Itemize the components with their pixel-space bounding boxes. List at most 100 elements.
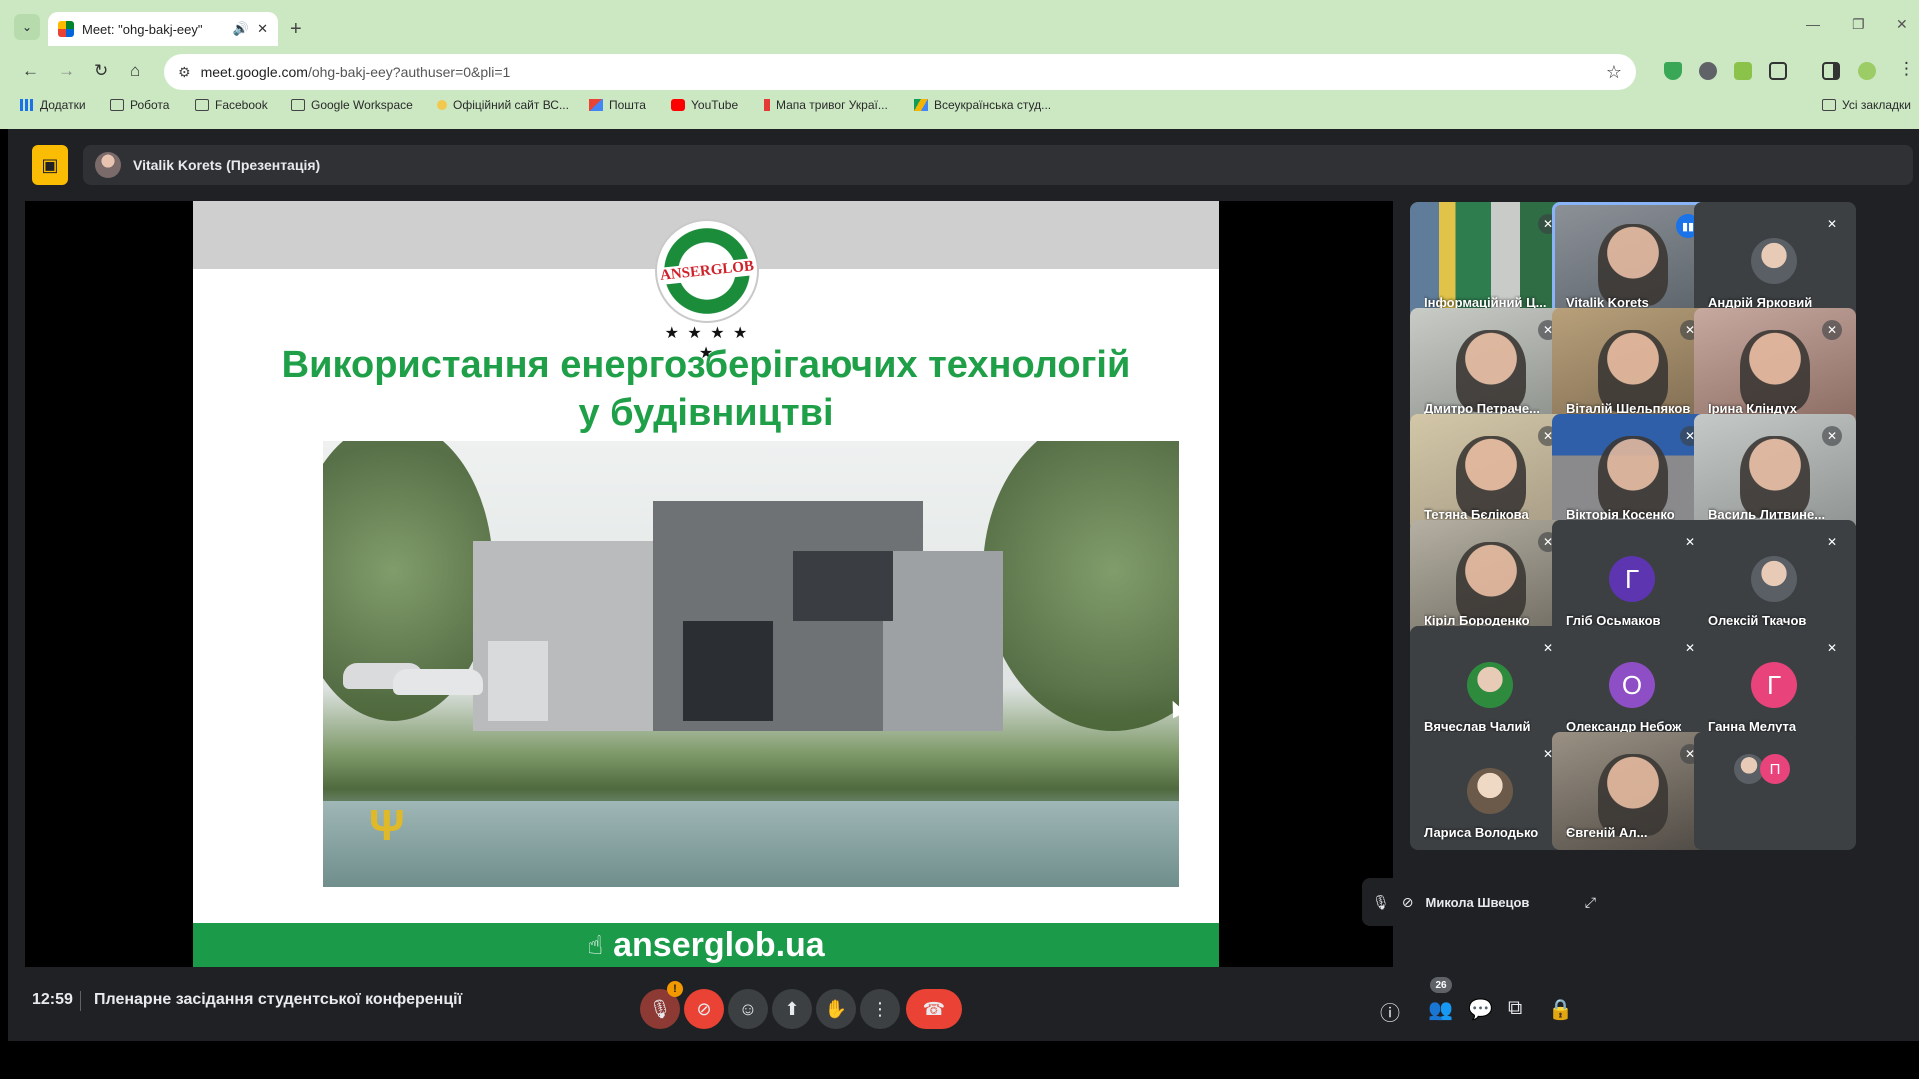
participant-tile[interactable]: ✕ Олексій Ткачов — [1694, 520, 1856, 638]
mic-off-icon: ✕ — [1826, 641, 1838, 655]
profile-avatar-icon[interactable] — [1858, 62, 1876, 80]
participant-video — [1740, 330, 1810, 412]
slide-footer: ☝ anserglob.ua — [193, 923, 1219, 967]
folder-icon — [291, 99, 305, 111]
bookmark-student[interactable]: Всеукраїнська студ... — [914, 98, 1051, 112]
raise-hand-button[interactable]: ✋ — [816, 989, 856, 1029]
participant-tile[interactable]: ✕ Євгеній Ал... — [1552, 732, 1714, 850]
bookmark-folder-workspace[interactable]: Google Workspace — [291, 98, 413, 112]
warning-badge: ! — [667, 981, 683, 997]
folder-icon — [1822, 99, 1836, 111]
bookmark-folder-work[interactable]: Робота — [110, 98, 169, 112]
speaker-icon[interactable]: 🔊 — [233, 21, 249, 37]
people-icon[interactable]: 👥 — [1428, 997, 1453, 1022]
participant-tile[interactable]: О ✕ Олександр Небож — [1552, 626, 1714, 744]
participant-name: Євгеній Ал... — [1566, 825, 1648, 840]
bookmark-alert-map[interactable]: Мапа тривог Украї... — [764, 98, 888, 112]
participant-tile[interactable]: ▮▮ Vitalik Korets — [1552, 202, 1714, 320]
leave-call-button[interactable]: ☎ — [906, 989, 962, 1029]
participant-name: Лариса Володько — [1424, 825, 1539, 840]
presentation-slide: ANSERGLOB ★ ★ ★ ★ ★ Використання енергоз… — [193, 201, 1219, 967]
reload-icon[interactable]: ↻ — [94, 61, 108, 81]
bookmark-official-site[interactable]: Офіційний сайт ВС... — [437, 98, 569, 112]
back-arrow-icon[interactable]: ← — [22, 61, 39, 81]
house-photo: Ψ — [323, 441, 1179, 887]
extension-leaf-icon[interactable] — [1734, 62, 1752, 80]
window-close-icon[interactable]: ✕ — [1896, 16, 1908, 33]
participant-tile[interactable]: Г ✕ Гліб Осьмаков — [1552, 520, 1714, 638]
close-icon[interactable]: ✕ — [257, 21, 268, 37]
present-button[interactable]: ⬆ — [772, 989, 812, 1029]
new-tab-icon[interactable]: + — [290, 18, 302, 41]
avatar: О — [1609, 662, 1655, 708]
tab-search-button[interactable]: ⌄ — [14, 14, 40, 40]
extension-g-icon[interactable] — [1699, 62, 1717, 80]
mic-off-icon[interactable]: 🎙 — [1372, 894, 1390, 911]
chat-icon[interactable]: 💬 — [1468, 997, 1493, 1022]
presentation-stage[interactable]: ANSERGLOB ★ ★ ★ ★ ★ Використання енергоз… — [25, 201, 1393, 967]
tree-right — [983, 441, 1179, 731]
avatar — [1467, 662, 1513, 708]
participant-tile[interactable]: ✕ Андрій Ярковий — [1694, 202, 1856, 320]
participant-tile[interactable]: ✕ Тетяна Бєлікова — [1410, 414, 1572, 532]
camera-toggle-button[interactable]: ⊘ — [684, 989, 724, 1029]
minimize-icon[interactable]: — — [1806, 16, 1820, 32]
camera-off-icon[interactable]: ⊘ — [1402, 894, 1414, 911]
participant-tile[interactable]: ✕ Інформаційний Ц... — [1410, 202, 1572, 320]
participant-tile[interactable]: Г ✕ Ганна Мелута — [1694, 626, 1856, 744]
bookmark-label: Мапа тривог Украї... — [776, 98, 888, 112]
participant-tile[interactable]: ✕ Віталій Шельпяков — [1552, 308, 1714, 426]
participant-tile[interactable]: ✕ Ірина Кліндух — [1694, 308, 1856, 426]
all-bookmarks[interactable]: Усі закладки — [1822, 98, 1911, 112]
bookmark-apps[interactable]: Додатки — [20, 98, 86, 112]
meet-favicon-icon — [58, 21, 74, 37]
participant-tile[interactable]: ✕ Дмитро Петраче... — [1410, 308, 1572, 426]
activities-icon[interactable]: ⧉ — [1508, 997, 1522, 1020]
pip-participant-name: Микола Швецов — [1425, 894, 1530, 910]
host-controls-icon[interactable]: 🔒 — [1548, 997, 1573, 1022]
participant-tile[interactable]: ✕ Вікторія Косенко — [1552, 414, 1714, 532]
restore-icon[interactable]: ❐ — [1852, 16, 1865, 33]
participant-tile[interactable]: ✕ Лариса Володько — [1410, 732, 1572, 850]
present-screen-icon: ⬆ — [784, 998, 800, 1019]
participant-tile[interactable]: ✕ Вячеслав Чалий — [1410, 626, 1572, 744]
presenter-chip[interactable]: Vitalik Korets (Презентація) — [83, 145, 1913, 185]
bookmark-label: Facebook — [215, 98, 268, 112]
participant-video — [1456, 542, 1526, 624]
tab-meet[interactable]: Meet: "ohg-bakj-eey" 🔊 ✕ — [48, 12, 278, 46]
participant-video — [1598, 330, 1668, 412]
bookmark-star-icon[interactable]: ☆ — [1606, 62, 1622, 83]
reactions-button[interactable]: ☺ — [728, 989, 768, 1029]
map-icon — [764, 99, 770, 111]
stop-presenting-icon[interactable]: ▣ — [32, 145, 68, 185]
folder-icon — [195, 99, 209, 111]
forward-arrow-icon[interactable]: → — [58, 61, 75, 81]
participant-tile[interactable]: П — [1694, 732, 1856, 850]
extensions-puzzle-icon[interactable] — [1769, 62, 1787, 80]
bookmark-mail[interactable]: Пошта — [589, 98, 646, 112]
site-info-icon[interactable]: ⚙ — [178, 64, 191, 81]
expand-icon[interactable]: ⤢ — [1585, 894, 1596, 911]
shield-extension-icon[interactable] — [1664, 62, 1682, 80]
bookmarks-bar: Додатки Робота Facebook Google Workspace… — [0, 96, 1919, 120]
participant-tile[interactable]: ✕ Кіріл Бороденко — [1410, 520, 1572, 638]
more-options-button[interactable]: ⋮ — [860, 989, 900, 1029]
house-window — [793, 551, 893, 621]
avatar — [95, 152, 121, 178]
bookmark-label: Додатки — [40, 98, 86, 112]
mic-off-icon: ✕ — [1822, 320, 1842, 340]
address-bar[interactable]: ⚙ meet.google.com/ohg-bakj-eey?authuser=… — [164, 54, 1636, 90]
home-icon[interactable]: ⌂ — [130, 61, 140, 81]
bookmark-label: Усі закладки — [1842, 98, 1912, 112]
folder-icon — [110, 99, 124, 111]
bookmark-youtube[interactable]: YouTube — [671, 98, 738, 112]
bookmark-label: Робота — [130, 98, 170, 112]
participant-video — [1456, 436, 1526, 518]
meeting-info-icon[interactable]: ⓘ — [1380, 997, 1400, 1026]
participant-tile[interactable]: ✕ Василь Литвине... — [1694, 414, 1856, 532]
pinned-self-view[interactable]: 🎙 ⊘ Микола Швецов ⤢ — [1362, 878, 1606, 926]
side-panel-icon[interactable] — [1822, 62, 1840, 80]
bookmark-folder-facebook[interactable]: Facebook — [195, 98, 268, 112]
browser-menu-icon[interactable]: ⋮ — [1898, 59, 1915, 79]
more-vert-icon: ⋮ — [871, 998, 889, 1019]
